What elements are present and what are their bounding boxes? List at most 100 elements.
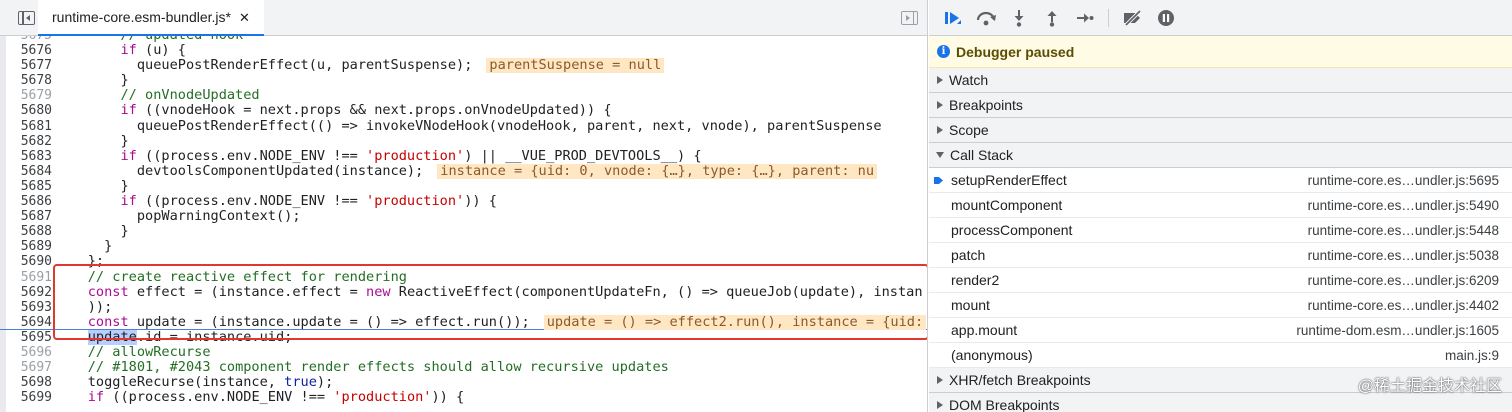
- line-number[interactable]: 5687: [6, 209, 52, 224]
- toggle-debugger-sidebar-icon[interactable]: [901, 11, 918, 25]
- line-number[interactable]: 5688: [6, 224, 52, 239]
- code-line[interactable]: 5697 // #1801, #2043 component render ef…: [0, 360, 927, 375]
- code-line[interactable]: 5683 if ((process.env.NODE_ENV !== 'prod…: [0, 148, 927, 164]
- code-text: if ((process.env.NODE_ENV !== 'productio…: [55, 194, 927, 210]
- step-out-button[interactable]: [1036, 4, 1067, 32]
- line-number[interactable]: 5698: [6, 375, 52, 390]
- call-frame-name: (anonymous): [951, 347, 1033, 363]
- code-token: )) {: [464, 194, 497, 210]
- watch-section-header[interactable]: Watch: [929, 68, 1512, 93]
- code-line[interactable]: 5676 if (u) {: [0, 43, 927, 58]
- line-number[interactable]: 5681: [6, 119, 52, 134]
- code-line[interactable]: 5679 // onVnodeUpdated: [0, 88, 927, 103]
- code-line[interactable]: 5692 const effect = (instance.effect = n…: [0, 284, 927, 300]
- code-text: // allowRecurse: [55, 344, 927, 360]
- code-line[interactable]: 5681 queuePostRenderEffect(() => invokeV…: [0, 119, 927, 134]
- code-line[interactable]: 5677 queuePostRenderEffect(u, parentSusp…: [0, 58, 927, 74]
- line-number[interactable]: 5683: [6, 149, 52, 164]
- code-token: // allowRecurse: [87, 344, 211, 360]
- file-tab[interactable]: runtime-core.esm-bundler.js* ✕: [38, 0, 264, 36]
- code-token: true: [284, 375, 317, 391]
- call-frame-location[interactable]: runtime-core.es…undler.js:4402: [1308, 298, 1499, 313]
- line-number[interactable]: 5676: [6, 43, 52, 58]
- line-number[interactable]: 5695: [6, 330, 52, 345]
- debugger-paused-banner: i Debugger paused: [929, 36, 1512, 68]
- step-into-button[interactable]: [1003, 4, 1034, 32]
- resume-button[interactable]: [937, 4, 968, 32]
- line-number[interactable]: 5675: [6, 36, 52, 43]
- call-frame[interactable]: patch runtime-core.es…undler.js:5038: [929, 243, 1512, 268]
- call-frame[interactable]: mountComponent runtime-core.es…undler.js:…: [929, 193, 1512, 218]
- code-token: queuePostRenderEffect(u, parentSuspense)…: [55, 58, 473, 74]
- call-frame-location[interactable]: runtime-core.es…undler.js:5695: [1308, 173, 1499, 188]
- code-line[interactable]: 5689 }: [0, 239, 927, 254]
- code-line[interactable]: 5684 devtoolsComponentUpdated(instance);…: [0, 163, 927, 179]
- breakpoints-section-header[interactable]: Breakpoints: [929, 93, 1512, 118]
- code-line[interactable]: 5699 if ((process.env.NODE_ENV !== 'prod…: [0, 390, 927, 405]
- call-frame-location[interactable]: runtime-core.es…undler.js:6209: [1308, 273, 1499, 288]
- code-token: effect = (instance.effect =: [128, 284, 367, 300]
- line-number[interactable]: 5692: [6, 285, 52, 300]
- call-frame-location[interactable]: runtime-core.es…undler.js:5038: [1308, 248, 1499, 263]
- code-line[interactable]: 5688 }: [0, 224, 927, 239]
- line-number[interactable]: 5699: [6, 390, 52, 405]
- code-area[interactable]: 5675 // updated hook5676 if (u) {5677 qu…: [0, 36, 927, 412]
- code-token: update: [87, 329, 137, 345]
- toggle-navigator-icon[interactable]: [18, 11, 35, 25]
- call-frame-location[interactable]: main.js:9: [1445, 348, 1499, 363]
- source-editor: runtime-core.esm-bundler.js* ✕ 5675 // u…: [0, 0, 928, 412]
- line-number[interactable]: 5686: [6, 194, 52, 209]
- line-number[interactable]: 5677: [6, 58, 52, 73]
- call-frame-location[interactable]: runtime-core.es…undler.js:5448: [1308, 223, 1499, 238]
- line-number[interactable]: 5690: [6, 254, 52, 269]
- call-frame[interactable]: (anonymous) main.js:9: [929, 343, 1512, 368]
- code-token: ) || __VUE_PROD_DEVTOOLS__) {: [464, 148, 702, 164]
- line-number[interactable]: 5682: [6, 134, 52, 149]
- scope-section-header[interactable]: Scope: [929, 118, 1512, 143]
- code-line[interactable]: 5698 toggleRecurse(instance, true);: [0, 375, 927, 391]
- call-stack-list: setupRenderEffect runtime-core.es…undler.…: [929, 168, 1512, 368]
- line-number[interactable]: 5685: [6, 179, 52, 194]
- line-number[interactable]: 5696: [6, 345, 52, 360]
- code-line[interactable]: 5675 // updated hook: [0, 36, 927, 43]
- code-line[interactable]: 5685 }: [0, 179, 927, 194]
- code-line[interactable]: 5690 };: [0, 254, 927, 269]
- code-line[interactable]: 5687 popWarningContext();: [0, 209, 927, 224]
- code-line[interactable]: 5682 }: [0, 134, 927, 149]
- close-tab-icon[interactable]: ✕: [239, 11, 250, 24]
- call-stack-section-header[interactable]: Call Stack: [929, 143, 1512, 168]
- line-number[interactable]: 5679: [6, 88, 52, 103]
- call-frame-name: render2: [951, 272, 1000, 288]
- line-number[interactable]: 5684: [6, 164, 52, 179]
- current-frame-arrow-icon: [934, 177, 943, 184]
- step-icon: [1076, 13, 1093, 22]
- step-button[interactable]: [1069, 4, 1100, 32]
- code-line[interactable]: 5680 if ((vnodeHook = next.props && next…: [0, 103, 927, 118]
- call-frame[interactable]: setupRenderEffect runtime-core.es…undler.…: [929, 168, 1512, 193]
- line-number[interactable]: 5691: [6, 270, 52, 285]
- line-number[interactable]: 5680: [6, 103, 52, 118]
- call-frame[interactable]: mount runtime-core.es…undler.js:4402: [929, 293, 1512, 318]
- call-frame-location[interactable]: runtime-core.es…undler.js:5490: [1308, 198, 1499, 213]
- code-line[interactable]: 5694 const update = (instance.update = (…: [0, 314, 927, 330]
- line-number[interactable]: 5697: [6, 360, 52, 375]
- code-line[interactable]: 5693 ));: [0, 300, 927, 315]
- code-line[interactable]: 5678 }: [0, 73, 927, 88]
- line-number[interactable]: 5694: [6, 315, 52, 330]
- pause-on-exceptions-button[interactable]: [1150, 4, 1181, 32]
- code-line[interactable]: 5696 // allowRecurse: [0, 344, 927, 360]
- line-number[interactable]: 5693: [6, 300, 52, 315]
- call-frame[interactable]: processComponent runtime-core.es…undler.j…: [929, 218, 1512, 243]
- step-over-button[interactable]: [970, 4, 1001, 32]
- call-frame[interactable]: app.mount runtime-dom.esm…undler.js:1605: [929, 318, 1512, 343]
- call-frame[interactable]: render2 runtime-core.es…undler.js:6209: [929, 268, 1512, 293]
- code-line[interactable]: 5686 if ((process.env.NODE_ENV !== 'prod…: [0, 194, 927, 210]
- code-line[interactable]: 5691 // create reactive effect for rende…: [0, 270, 927, 285]
- deactivate-breakpoints-button[interactable]: [1117, 4, 1148, 32]
- code-token: new: [366, 284, 391, 300]
- call-frame-location[interactable]: runtime-dom.esm…undler.js:1605: [1296, 323, 1499, 338]
- line-number[interactable]: 5689: [6, 239, 52, 254]
- code-line[interactable]: 5695 update.id = instance.uid;: [0, 329, 927, 345]
- line-number[interactable]: 5678: [6, 73, 52, 88]
